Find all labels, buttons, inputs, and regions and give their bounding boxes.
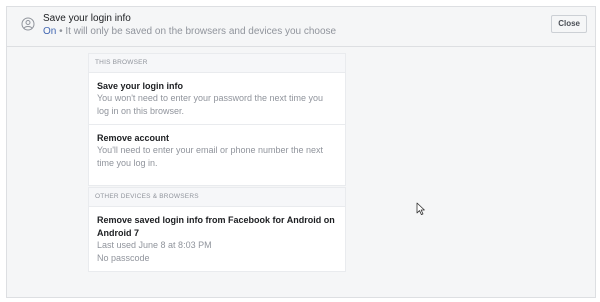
login-info-panel: Save your login info On • It will only b…: [6, 6, 596, 298]
other-devices-card: OTHER DEVICES & BROWSERS Remove saved lo…: [88, 187, 346, 272]
this-browser-card: THIS BROWSER Save your login info You wo…: [88, 53, 346, 186]
item-description: You'll need to enter your email or phone…: [97, 145, 324, 168]
header-subtitle-text: It will only be saved on the browsers an…: [65, 26, 337, 37]
passcode-status: No passcode: [97, 253, 150, 263]
user-circle-icon: [21, 17, 35, 31]
section-header-other-devices: OTHER DEVICES & BROWSERS: [89, 188, 345, 207]
item-title: Save your login info: [97, 81, 184, 91]
remove-account-item[interactable]: Remove account You'll need to enter your…: [89, 125, 345, 176]
mouse-pointer-icon: [416, 202, 425, 215]
item-description: You won't need to enter your password th…: [97, 93, 324, 116]
header-subtitle: On • It will only be saved on the browse…: [43, 26, 336, 37]
header-title: Save your login info: [43, 13, 131, 24]
item-title: Remove saved login info from Facebook fo…: [97, 215, 335, 238]
section-header-this-browser: THIS BROWSER: [89, 54, 345, 73]
save-login-info-item[interactable]: Save your login info You won't need to e…: [89, 73, 345, 125]
item-title: Remove account: [97, 133, 170, 143]
status-on-label: On: [43, 26, 57, 37]
remove-saved-login-item[interactable]: Remove saved login info from Facebook fo…: [89, 207, 345, 271]
close-button[interactable]: Close: [551, 15, 587, 33]
panel-header: Save your login info On • It will only b…: [7, 7, 595, 47]
last-used-text: Last used June 8 at 8:03 PM: [97, 240, 212, 250]
